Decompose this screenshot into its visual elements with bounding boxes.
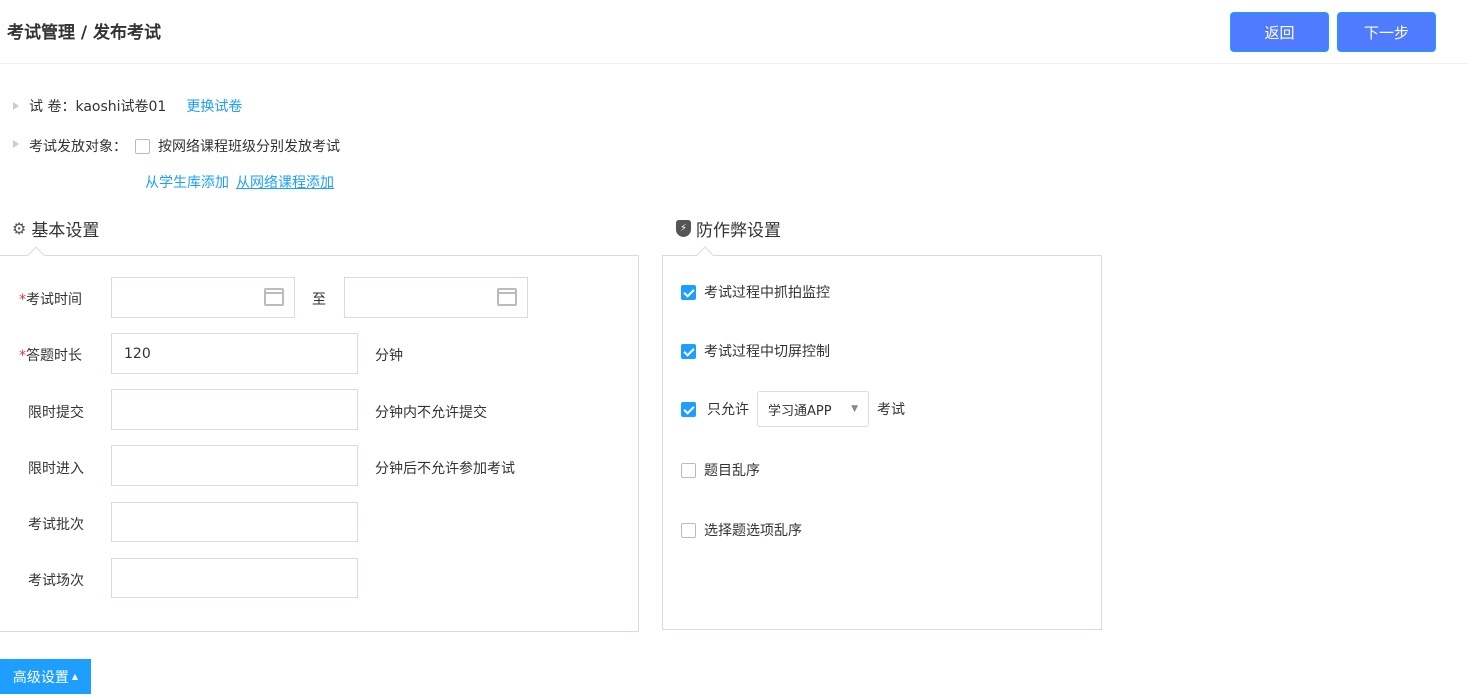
divider [0, 63, 1469, 64]
by-course-class-checkbox[interactable] [135, 138, 150, 154]
limit-submit-unit: 分钟内不允许提交 [375, 405, 487, 421]
to-label: 至 [312, 292, 326, 308]
client-select[interactable]: 学习通APP ▼ [757, 391, 869, 427]
batch-input[interactable] [111, 502, 358, 542]
caret-down-icon: ▼ [851, 404, 858, 414]
bullet-icon [13, 102, 19, 110]
only-allow-checkbox[interactable] [681, 401, 696, 417]
anticheat-settings-panel [662, 246, 1102, 630]
target-label: 考试发放对象： [29, 139, 127, 155]
switch-screen-checkbox[interactable] [681, 343, 696, 359]
advanced-settings-button[interactable]: 高级设置 ▲ [0, 659, 91, 694]
next-step-button[interactable]: 下一步 [1337, 12, 1436, 52]
anticheat-settings-title: 防作弊设置 [696, 221, 781, 241]
session-label: 考试场次 [28, 573, 84, 589]
breadcrumb: 考试管理 / 发布考试 [7, 23, 162, 43]
add-from-student-library-link[interactable]: 从学生库添加 [145, 172, 229, 192]
add-from-course-link[interactable]: 从网络课程添加 [236, 172, 334, 192]
duration-label: 答题时长 [26, 348, 82, 364]
bullet-icon [13, 140, 19, 148]
duration-unit: 分钟 [375, 348, 403, 364]
back-button[interactable]: 返回 [1230, 12, 1329, 52]
shuffle-questions-label: 题目乱序 [704, 463, 760, 479]
only-allow-label: 只允许 [707, 402, 749, 418]
batch-label: 考试批次 [28, 517, 84, 533]
shield-icon: ⚡ [676, 220, 691, 237]
calendar-icon[interactable] [497, 288, 517, 306]
limit-submit-label: 限时提交 [28, 405, 84, 421]
only-allow-suffix: 考试 [877, 402, 905, 418]
client-select-value: 学习通APP [768, 403, 832, 419]
paper-name: kaoshi试卷01 [75, 99, 167, 115]
session-input[interactable] [111, 558, 358, 598]
exam-time-label: 考试时间 [26, 292, 82, 308]
shuffle-options-label: 选择题选项乱序 [704, 523, 802, 539]
limit-enter-label: 限时进入 [28, 461, 84, 477]
limit-enter-input[interactable] [111, 445, 358, 486]
by-course-class-label: 按网络课程班级分别发放考试 [158, 139, 340, 155]
calendar-icon[interactable] [264, 288, 284, 306]
shuffle-questions-checkbox[interactable] [681, 462, 696, 478]
gear-icon: ⚙ [12, 219, 27, 238]
advanced-settings-label: 高级设置 [12, 669, 69, 686]
paper-label: 试 卷： [29, 99, 76, 115]
duration-input[interactable]: 120 [111, 333, 358, 374]
snapshot-monitor-label: 考试过程中抓拍监控 [704, 285, 830, 301]
switch-screen-label: 考试过程中切屏控制 [704, 344, 830, 360]
basic-settings-title: 基本设置 [31, 221, 100, 241]
caret-up-icon: ▲ [71, 672, 79, 681]
limit-enter-unit: 分钟后不允许参加考试 [375, 461, 515, 477]
change-paper-link[interactable]: 更换试卷 [186, 96, 242, 116]
snapshot-monitor-checkbox[interactable] [681, 284, 696, 300]
limit-submit-input[interactable] [111, 389, 358, 430]
shuffle-options-checkbox[interactable] [681, 522, 696, 538]
